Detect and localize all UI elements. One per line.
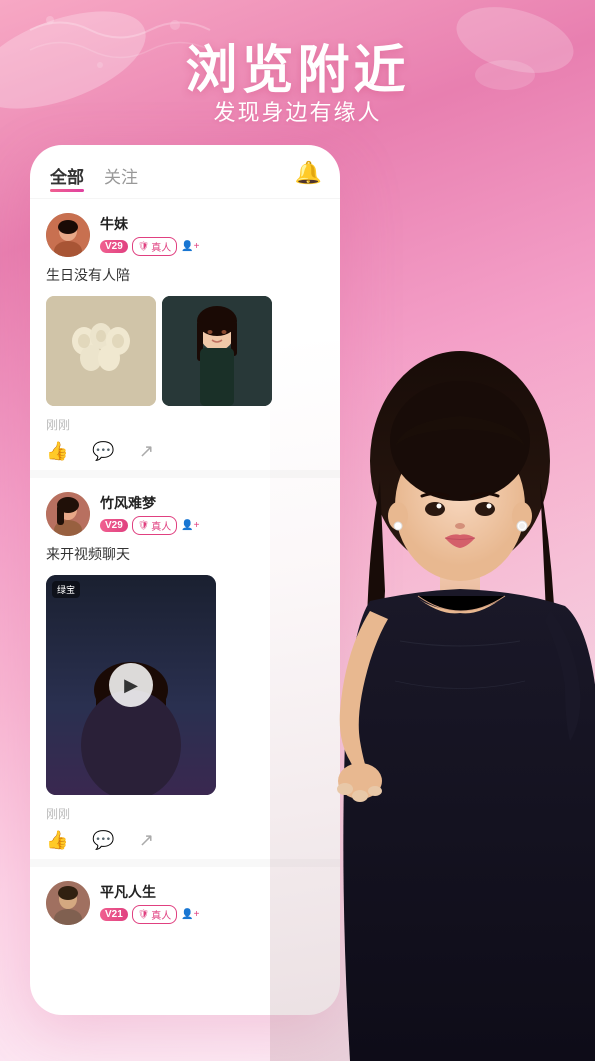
post-2-level-tag: V29 (100, 519, 128, 532)
avatar-3[interactable] (46, 881, 90, 925)
post-1-share-btn[interactable]: ↗ (139, 441, 154, 462)
post-1-img-food[interactable] (46, 296, 156, 406)
post-2-share-btn[interactable]: ↗ (139, 830, 154, 851)
video-source-label: 绿宝 (52, 581, 80, 598)
bell-icon[interactable]: 🔔 (295, 160, 322, 186)
like-icon: 👍 (46, 441, 68, 462)
tab-bar: 全部 关注 🔔 (30, 145, 340, 199)
post-1-username: 牛妹 (100, 214, 324, 234)
play-button[interactable]: ▶ (109, 663, 153, 707)
avatar-2[interactable] (46, 492, 90, 536)
post-3-follow-icon[interactable]: 👤+ (181, 909, 199, 920)
avatar-2-img (46, 492, 90, 536)
post-2-comment-btn[interactable]: 💬 (92, 830, 114, 851)
hero-title: 浏览附近 (0, 28, 595, 103)
tab-all[interactable]: 全部 (50, 163, 84, 188)
comment-icon: 💬 (92, 441, 114, 462)
share-icon-2: ↗ (139, 830, 154, 851)
comment-icon-2: 💬 (92, 830, 114, 851)
girl-photo (270, 341, 595, 1061)
post-1-real-tag: 真人 (132, 237, 177, 256)
post-1-tags: V29 真人 👤+ (100, 237, 324, 256)
post-2-real-tag: 真人 (132, 516, 177, 535)
post-1-user-info: 牛妹 V29 真人 👤+ (100, 214, 324, 256)
post-2-video[interactable]: 绿宝 ▶ (46, 575, 216, 795)
share-icon: ↗ (139, 441, 154, 462)
post-1-text: 生日没有人陪 (46, 265, 324, 286)
post-2-follow-icon[interactable]: 👤+ (181, 520, 199, 531)
post-2-like-btn[interactable]: 👍 (46, 830, 68, 851)
like-icon-2: 👍 (46, 830, 68, 851)
hero-subtitle: 发现身边有缘人 (0, 95, 595, 127)
tab-follow[interactable]: 关注 (104, 163, 138, 188)
post-3-level-tag: V21 (100, 908, 128, 921)
post-1-header: 牛妹 V29 真人 👤+ (46, 213, 324, 257)
post-1-level-tag: V29 (100, 240, 128, 253)
post-3-real-tag: 真人 (132, 905, 177, 924)
avatar-3-img (46, 881, 90, 925)
post-1-like-btn[interactable]: 👍 (46, 441, 68, 462)
post-1-comment-btn[interactable]: 💬 (92, 441, 114, 462)
avatar-1-img (46, 213, 90, 257)
post-1-follow-icon[interactable]: 👤+ (181, 241, 199, 252)
post-1-img-girl[interactable] (162, 296, 272, 406)
avatar-1[interactable] (46, 213, 90, 257)
